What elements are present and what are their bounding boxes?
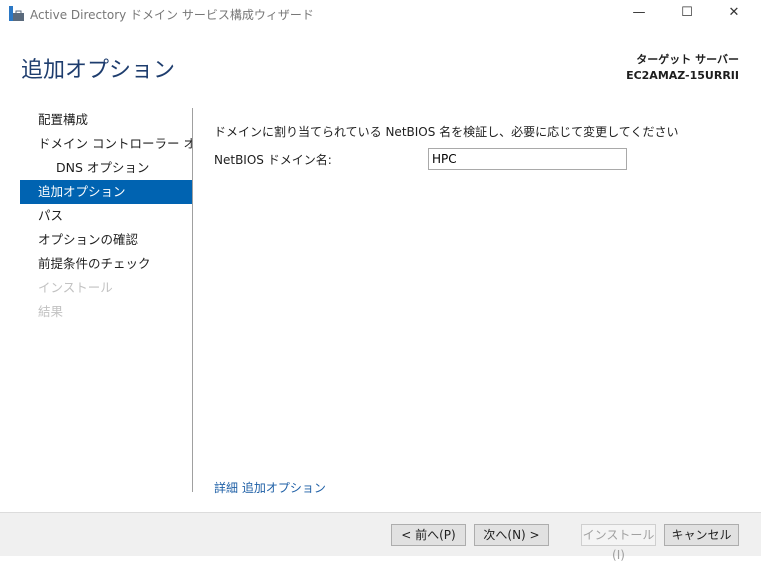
target-server-label: ターゲット サーバー <box>636 53 739 66</box>
minimize-button[interactable]: — <box>616 0 662 28</box>
target-server-name: EC2AMAZ-15URRII <box>626 69 739 82</box>
more-about-options-link[interactable]: 詳細 追加オプション <box>214 479 326 496</box>
step-additional-options[interactable]: 追加オプション <box>20 180 192 204</box>
wizard-steps: 配置構成 ドメイン コントローラー オプシ... DNS オプション 追加オプシ… <box>20 108 192 324</box>
step-dns-options[interactable]: DNS オプション <box>20 156 192 180</box>
step-results: 結果 <box>38 304 64 319</box>
install-button: インストール(I) <box>581 524 656 562</box>
previous-button[interactable]: < 前へ(P) <box>391 524 466 546</box>
step-deployment-config[interactable]: 配置構成 <box>20 108 192 132</box>
server-manager-icon <box>9 6 24 21</box>
step-paths[interactable]: パス <box>20 204 192 228</box>
step-dc-options[interactable]: ドメイン コントローラー オプシ... <box>20 132 192 156</box>
step-installation: インストール <box>38 280 113 295</box>
step-review-options[interactable]: オプションの確認 <box>20 228 192 252</box>
next-button[interactable]: 次へ(N) > <box>474 524 549 546</box>
netbios-name-input[interactable] <box>428 148 627 170</box>
cancel-button[interactable]: キャンセル <box>664 524 739 546</box>
description-text: ドメインに割り当てられている NetBIOS 名を検証し、必要に応じて変更してく… <box>214 125 679 139</box>
page-title: 追加オプション <box>21 58 176 83</box>
maximize-button[interactable]: ☐ <box>664 0 710 28</box>
step-prerequisites-check[interactable]: 前提条件のチェック <box>20 252 192 276</box>
target-server: ターゲット サーバー EC2AMAZ-15URRII <box>626 52 739 84</box>
divider <box>192 108 193 492</box>
close-button[interactable]: ✕ <box>711 0 757 28</box>
netbios-label: NetBIOS ドメイン名: <box>214 153 332 167</box>
window-title: Active Directory ドメイン サービス構成ウィザード <box>30 8 314 22</box>
title-bar: Active Directory ドメイン サービス構成ウィザード — ☐ ✕ <box>0 0 761 28</box>
